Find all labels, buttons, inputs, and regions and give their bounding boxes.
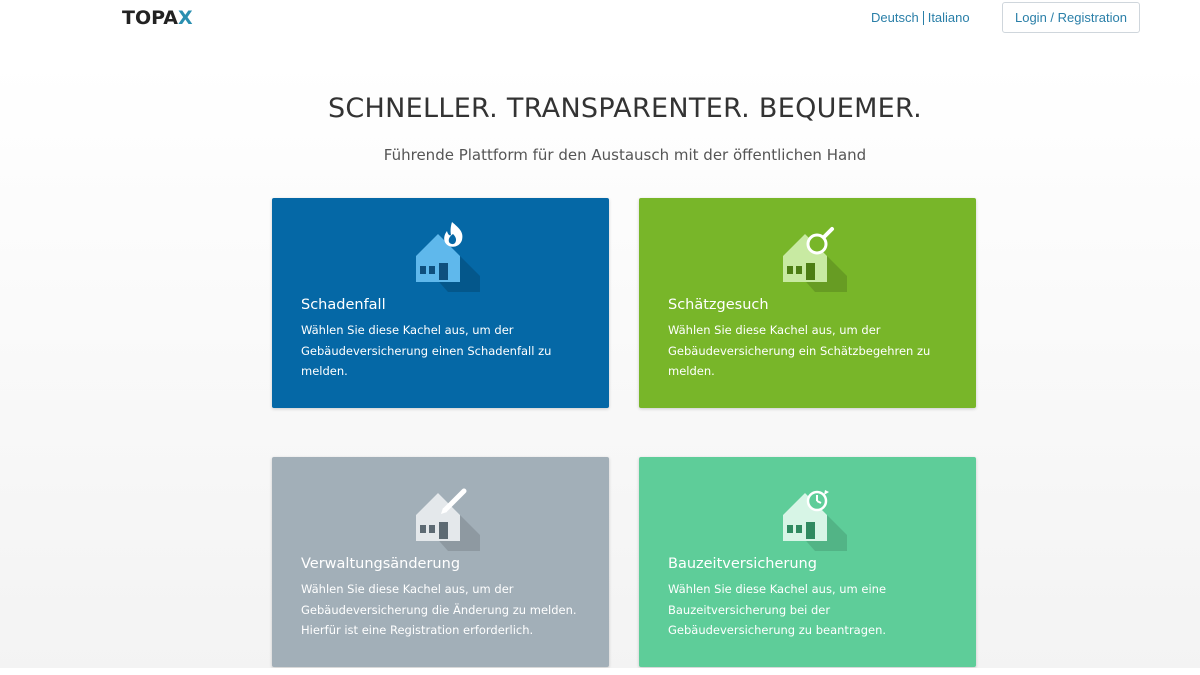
tile-verwaltungsaenderung[interactable]: Verwaltungsänderung Wählen Sie diese Kac… [272, 457, 609, 667]
tile-description: Wählen Sie diese Kachel aus, um der Gebä… [301, 582, 577, 637]
house-pen-icon [416, 488, 480, 551]
tile-title: Bauzeitversicherung [668, 556, 817, 572]
topax-logo[interactable]: TOPA X [122, 7, 193, 29]
tile-title: Schätzgesuch [668, 297, 769, 313]
tile-bauzeitversicherung[interactable]: Bauzeitversicherung Wählen Sie diese Kac… [639, 457, 976, 667]
page-subtitle: Führende Plattform für den Austausch mit… [383, 146, 867, 164]
login-registration-button[interactable]: Login / Registration [1002, 2, 1140, 33]
language-divider [922, 10, 924, 25]
house-magnifier-icon [783, 227, 847, 292]
language-switcher: Deutsch Italiano [871, 10, 970, 25]
tile-title: Schadenfall [301, 297, 386, 313]
logo-text: TOPA [122, 7, 178, 29]
page-bottom-strip [0, 668, 1200, 675]
tile-schaetzgesuch[interactable]: Schätzgesuch Wählen Sie diese Kachel aus… [639, 198, 976, 408]
language-italiano-link[interactable]: Italiano [928, 10, 970, 25]
tile-description: Wählen Sie diese Kachel aus, um der Gebä… [668, 323, 931, 378]
logo-accent: X [178, 7, 193, 29]
tile-title: Verwaltungsänderung [301, 556, 461, 572]
tile-description: Wählen Sie diese Kachel aus, um eine Bau… [668, 582, 887, 637]
tile-schadenfall[interactable]: Schadenfall Wählen Sie diese Kachel aus,… [272, 198, 609, 408]
language-deutsch-link[interactable]: Deutsch [871, 10, 919, 25]
tile-description: Wählen Sie diese Kachel aus, um der Gebä… [301, 323, 552, 378]
page-title: SCHNELLER. TRANSPARENTER. BEQUEMER. [327, 93, 923, 124]
house-fire-icon [416, 222, 480, 292]
house-clock-icon [783, 490, 847, 551]
